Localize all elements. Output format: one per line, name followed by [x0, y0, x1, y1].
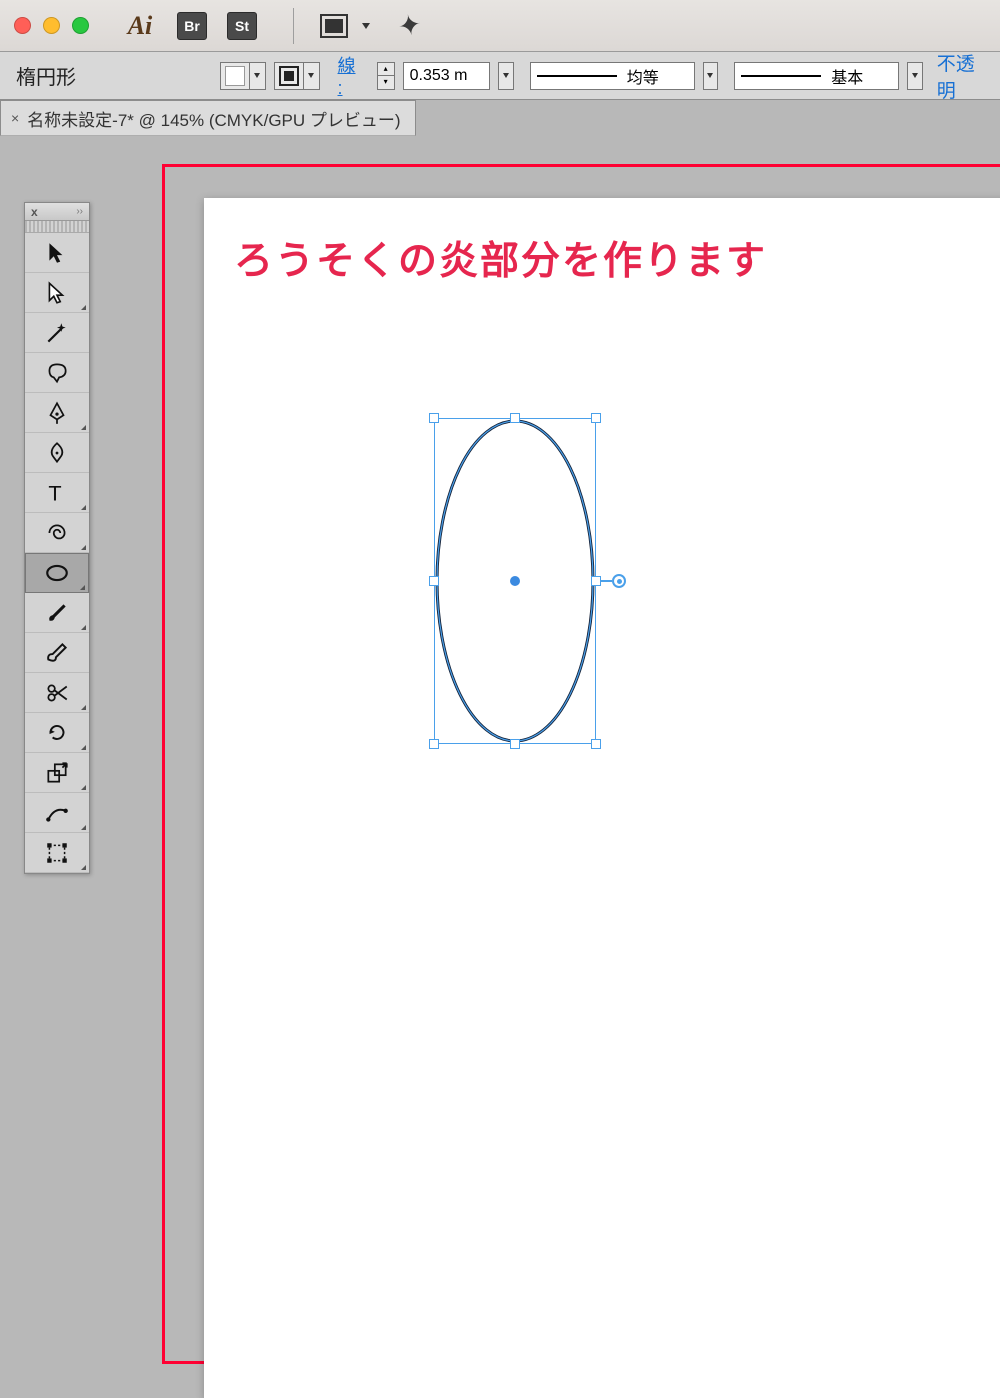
blob-brush-tool[interactable] [25, 633, 89, 673]
selection-tool[interactable] [25, 233, 89, 273]
bridge-badge-button[interactable]: Br [177, 12, 207, 40]
variable-width-profile-label: 均等 [627, 64, 659, 88]
shape-builder-tool[interactable] [25, 793, 89, 833]
pen-tool[interactable] [25, 393, 89, 433]
curvature-tool[interactable] [25, 433, 89, 473]
handle-mid-left[interactable] [429, 576, 439, 586]
arrange-documents-icon[interactable] [320, 14, 348, 38]
scissors-tool[interactable] [25, 673, 89, 713]
live-shape-widget-icon[interactable] [612, 574, 626, 588]
tool-flyout-icon [80, 585, 85, 590]
tool-flyout-icon [81, 705, 86, 710]
handle-bottom-mid[interactable] [510, 739, 520, 749]
document-tab-bar: × 名称未設定-7* @ 145% (CMYK/GPU プレビュー) [0, 100, 1000, 136]
tools-panel[interactable]: x ›› T [24, 202, 90, 874]
stepper-down-icon[interactable]: ▾ [378, 76, 394, 89]
tools-grip[interactable] [25, 221, 89, 233]
rotate-tool[interactable] [25, 713, 89, 753]
fill-swatch[interactable] [220, 62, 250, 90]
stroke-swatch-group[interactable] [274, 62, 320, 90]
tool-flyout-icon [81, 305, 86, 310]
tool-flyout-icon [81, 745, 86, 750]
type-tool[interactable]: T [25, 473, 89, 513]
selection-bounding-box[interactable] [434, 418, 596, 744]
annotation-text: ろうそくの炎部分を作ります [234, 230, 767, 286]
stroke-weight-field[interactable]: 0.353 m [403, 62, 491, 90]
svg-text:T: T [48, 480, 61, 505]
toolbar-divider [293, 8, 294, 44]
tab-title: 名称未設定-7* @ 145% (CMYK/GPU プレビュー) [27, 106, 400, 131]
tool-flyout-icon [81, 545, 86, 550]
tool-flyout-icon [81, 865, 86, 870]
stroke-swatch-caret-icon[interactable] [304, 62, 320, 90]
close-window-button[interactable] [14, 17, 31, 34]
arrange-documents-caret-icon[interactable] [362, 23, 370, 29]
tool-flyout-icon [81, 505, 86, 510]
paintbrush-tool[interactable] [25, 593, 89, 633]
gpu-preview-rocket-icon[interactable]: ✦ [395, 7, 424, 44]
handle-bottom-right[interactable] [591, 739, 601, 749]
selected-shape-label: 楕円形 [8, 61, 212, 90]
live-shape-widget-stick [600, 580, 612, 582]
stroke-weight-stepper[interactable]: ▴ ▾ [377, 62, 395, 90]
fill-swatch-group[interactable] [220, 62, 266, 90]
stroke-panel-link[interactable]: 線 : [338, 52, 365, 99]
scale-tool[interactable] [25, 753, 89, 793]
handle-bottom-left[interactable] [429, 739, 439, 749]
brush-definition-label: 基本 [831, 64, 863, 88]
stroke-weight-caret-icon[interactable] [498, 62, 514, 90]
opacity-link[interactable]: 不透明 [937, 49, 992, 103]
ellipse-tool[interactable] [25, 553, 89, 593]
stock-badge-button[interactable]: St [227, 12, 257, 40]
free-transform-tool[interactable] [25, 833, 89, 873]
handle-top-left[interactable] [429, 413, 439, 423]
brush-definition-caret-icon[interactable] [907, 62, 923, 90]
tools-panel-header[interactable]: x ›› [25, 203, 89, 221]
artboard[interactable] [204, 198, 1000, 1398]
lasso-tool[interactable] [25, 353, 89, 393]
document-tab[interactable]: × 名称未設定-7* @ 145% (CMYK/GPU プレビュー) [0, 100, 416, 136]
handle-top-right[interactable] [591, 413, 601, 423]
tools-close-icon[interactable]: x [31, 205, 38, 219]
handle-top-mid[interactable] [510, 413, 520, 423]
tool-flyout-icon [81, 785, 86, 790]
center-point-icon[interactable] [510, 576, 520, 586]
tool-flyout-icon [81, 625, 86, 630]
traffic-lights [14, 17, 89, 34]
stepper-up-icon[interactable]: ▴ [378, 63, 394, 76]
minimize-window-button[interactable] [43, 17, 60, 34]
zoom-window-button[interactable] [72, 17, 89, 34]
brush-definition-dropdown[interactable]: 基本 [734, 62, 899, 90]
magic-wand-tool[interactable] [25, 313, 89, 353]
illustrator-logo-icon: Ai [123, 11, 157, 40]
mac-title-bar: Ai Br St ✦ [0, 0, 1000, 52]
variable-width-profile-dropdown[interactable]: 均等 [530, 62, 695, 90]
control-bar: 楕円形 線 : ▴ ▾ 0.353 m 均等 基本 不透明 [0, 52, 1000, 100]
workspace: ろうそくの炎部分を作ります x ›› [0, 136, 1000, 880]
fill-swatch-caret-icon[interactable] [250, 62, 266, 90]
spiral-line-tool[interactable] [25, 513, 89, 553]
tool-flyout-icon [81, 425, 86, 430]
tools-collapse-icon[interactable]: ›› [76, 206, 83, 217]
stroke-swatch[interactable] [274, 62, 304, 90]
direct-selection-tool[interactable] [25, 273, 89, 313]
tool-flyout-icon [81, 825, 86, 830]
variable-width-caret-icon[interactable] [703, 62, 719, 90]
tab-close-icon[interactable]: × [11, 110, 19, 126]
